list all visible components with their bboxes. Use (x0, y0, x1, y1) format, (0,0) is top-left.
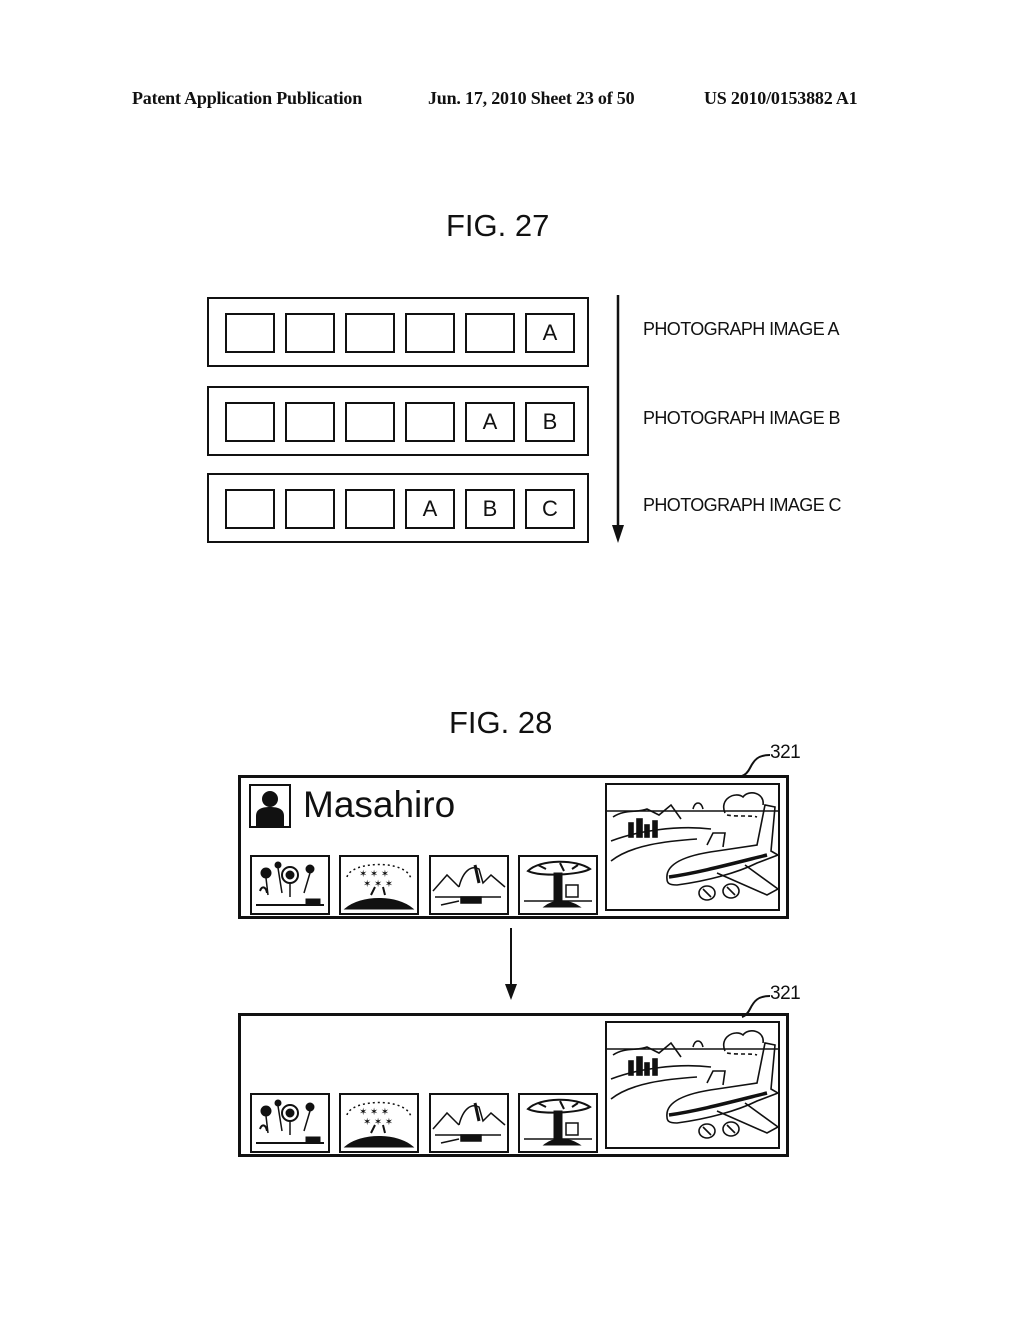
airplane-coast-image[interactable] (605, 1021, 780, 1149)
image-strip: ABC (207, 473, 589, 543)
photograph-label: PHOTOGRAPH IMAGE C (643, 495, 842, 515)
user-panel: Masahiro ✶ ✶ ✶ ✶ ✶ ✶ (238, 775, 789, 919)
down-arrow-icon (505, 928, 517, 1000)
svg-text:✶ ✶ ✶: ✶ ✶ ✶ (363, 1117, 393, 1128)
image-slot-a: A (525, 313, 575, 353)
image-slot-empty (285, 402, 335, 442)
image-slot-b: B (465, 489, 515, 529)
mountain-thumbnail[interactable] (429, 855, 509, 915)
image-slot-a: A (465, 402, 515, 442)
flowers-thumbnail[interactable] (250, 855, 330, 915)
image-slot-empty (225, 402, 275, 442)
user-name: Masahiro (303, 784, 456, 825)
photograph-label: PHOTOGRAPH IMAGE B (643, 408, 841, 428)
image-slot-b: B (525, 402, 575, 442)
date-sheet-label: Jun. 17, 2010 Sheet 23 of 50 (428, 88, 635, 108)
image-slot-empty (345, 313, 395, 353)
svg-text:✶ ✶ ✶: ✶ ✶ ✶ (363, 879, 393, 890)
image-slot-empty (345, 489, 395, 529)
image-slot-a: A (405, 489, 455, 529)
person-silhouette-icon (249, 784, 291, 828)
image-slot-empty (405, 313, 455, 353)
patent-number: US 2010/0153882 A1 (704, 88, 858, 108)
image-slot-empty (225, 313, 275, 353)
fig27-title: FIG. 27 (446, 208, 550, 243)
cherry-blossom-thumbnail[interactable]: ✶ ✶ ✶ ✶ ✶ ✶ (339, 855, 419, 915)
reference-number: 321 (770, 983, 801, 1004)
image-slot-empty (405, 402, 455, 442)
image-slot-empty (285, 313, 335, 353)
image-strip: A (207, 297, 589, 367)
image-slot-empty (225, 489, 275, 529)
tree-thumbnail[interactable] (518, 855, 598, 915)
image-slot-empty (345, 402, 395, 442)
down-arrow-icon (612, 295, 624, 543)
airplane-coast-image[interactable] (605, 783, 780, 911)
flowers-thumbnail[interactable] (250, 1093, 330, 1153)
publication-label: Patent Application Publication (132, 88, 363, 108)
image-slot-c: C (525, 489, 575, 529)
tree-thumbnail[interactable] (518, 1093, 598, 1153)
mountain-thumbnail[interactable] (429, 1093, 509, 1153)
cherry-blossom-thumbnail[interactable]: ✶ ✶ ✶ ✶ ✶ ✶ (339, 1093, 419, 1153)
user-panel-collapsed: ✶ ✶ ✶ ✶ ✶ ✶ (238, 1013, 789, 1157)
reference-number: 321 (770, 742, 801, 763)
photograph-label: PHOTOGRAPH IMAGE A (643, 319, 840, 339)
image-slot-empty (465, 313, 515, 353)
image-strip: AB (207, 386, 589, 456)
image-slot-empty (285, 489, 335, 529)
fig28-title: FIG. 28 (449, 705, 553, 740)
